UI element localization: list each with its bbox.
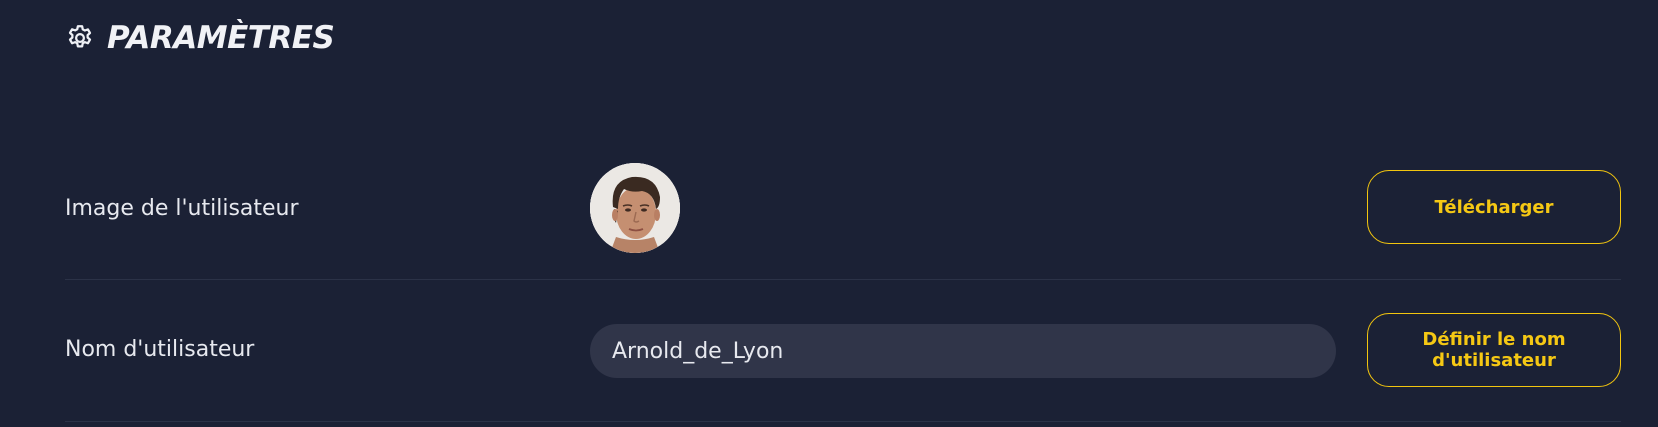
settings-page: PARAMÈTRES Image de l'utilisateur Téléch… bbox=[0, 0, 1658, 427]
username-input[interactable] bbox=[590, 324, 1336, 378]
username-label: Nom d'utilisateur bbox=[65, 337, 255, 362]
upload-button[interactable]: Télécharger bbox=[1367, 170, 1621, 244]
avatar bbox=[590, 163, 680, 253]
gear-icon bbox=[65, 23, 95, 53]
page-header: PARAMÈTRES bbox=[65, 18, 335, 58]
username-row: Nom d'utilisateur Définir le nom d'utili… bbox=[65, 280, 1621, 422]
user-image-row: Image de l'utilisateur Télécharger bbox=[65, 140, 1621, 280]
set-username-button[interactable]: Définir le nom d'utilisateur bbox=[1367, 313, 1621, 387]
page-title: PARAMÈTRES bbox=[107, 20, 335, 56]
user-image-label: Image de l'utilisateur bbox=[65, 196, 299, 221]
